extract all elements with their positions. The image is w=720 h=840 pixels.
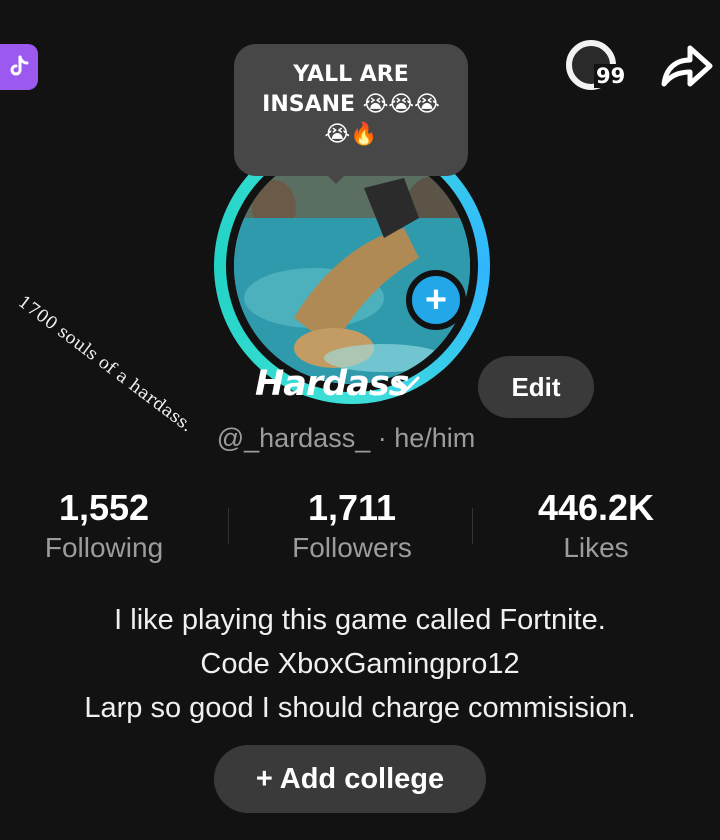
share-arrow-icon[interactable] xyxy=(656,40,714,92)
bio-line-1: I like playing this game called Fortnite… xyxy=(114,604,606,636)
stat-following[interactable]: 1,552 Following xyxy=(0,486,224,566)
bio-line-2: Code XboxGamingpro12 xyxy=(200,648,520,680)
stat-divider xyxy=(228,508,229,544)
tiktok-badge[interactable] xyxy=(0,44,38,90)
avatar-photo xyxy=(234,148,470,384)
bio-line-3: Larp so good I should charge commisision… xyxy=(84,692,636,724)
chevron-down-icon[interactable] xyxy=(392,372,422,396)
likes-count: 446.2K xyxy=(537,487,655,528)
stat-likes[interactable]: 446.2K Likes xyxy=(476,486,716,566)
stat-followers[interactable]: 1,711 Followers xyxy=(232,486,472,566)
followers-count: 1,711 xyxy=(307,487,397,528)
likes-label: Likes xyxy=(563,532,629,563)
avatar[interactable] xyxy=(234,148,470,384)
note-bubble[interactable]: YALL ARE INSANE 😭😭😭 😭🔥 xyxy=(234,44,468,176)
note-line-1: YALL ARE xyxy=(293,62,409,87)
note-line-3: 😭🔥 xyxy=(324,122,378,147)
following-count: 1,552 xyxy=(58,487,150,528)
username-handle[interactable]: @_hardass_ xyxy=(217,423,371,453)
overlay-caption: 1700 souls of a hardass. xyxy=(13,292,197,437)
note-line-2: INSANE 😭😭😭 xyxy=(262,92,440,117)
add-college-button[interactable]: + Add college xyxy=(214,745,486,813)
tiktok-icon xyxy=(10,55,29,76)
notification-count: 99 xyxy=(594,64,628,88)
handle-line: @_hardass_ · he/him xyxy=(0,420,720,456)
plus-icon: + xyxy=(424,279,448,321)
followers-label: Followers xyxy=(292,532,412,563)
stat-divider xyxy=(472,508,473,544)
following-label: Following xyxy=(44,532,164,563)
edit-profile-button[interactable]: Edit xyxy=(478,356,594,418)
display-name: Hardass xyxy=(255,364,410,404)
note-bubble-tail xyxy=(322,170,350,184)
pronouns: · he/him xyxy=(377,423,476,453)
add-story-button[interactable]: + xyxy=(406,270,466,330)
